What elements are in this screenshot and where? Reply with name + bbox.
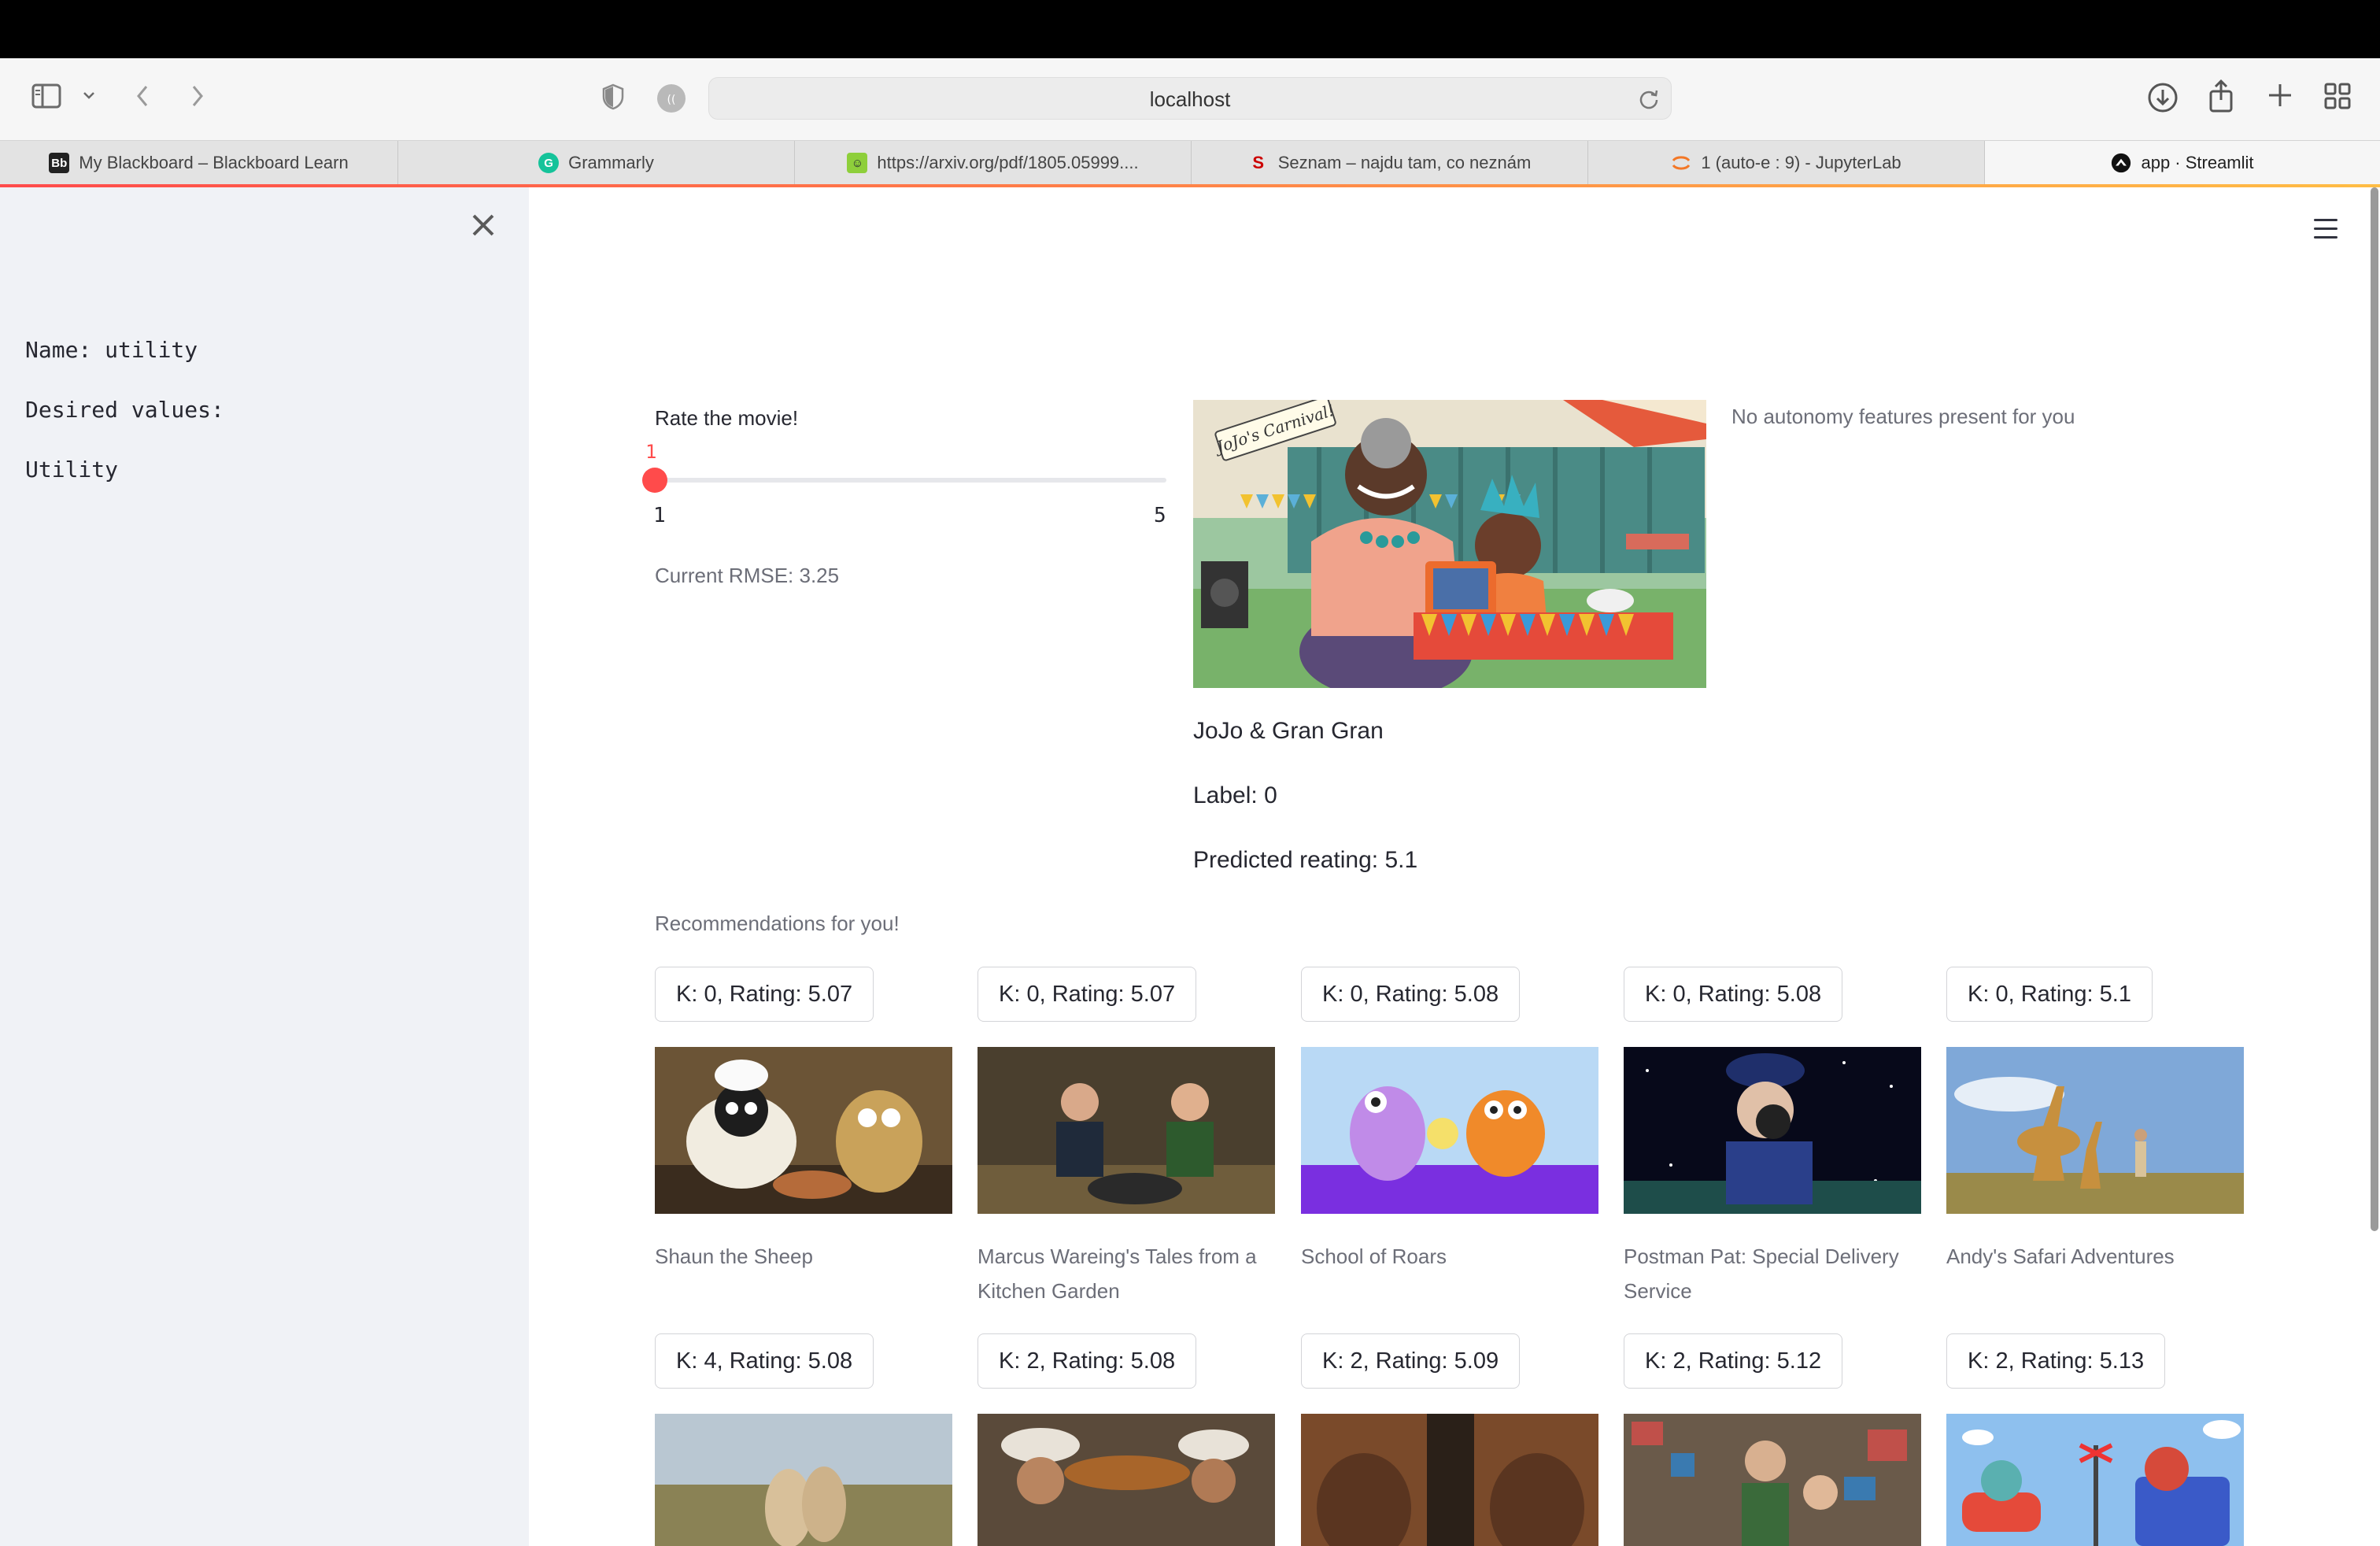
rating-slider-track[interactable] — [655, 478, 1166, 483]
toy-shop-thumbnail — [1624, 1414, 1921, 1546]
sidebar-desired-values-text: Desired values: — [25, 397, 224, 423]
marcus-wareing-thumbnail — [978, 1047, 1275, 1214]
tab-label: Grammarly — [568, 153, 654, 172]
top-screen-bar — [0, 0, 2380, 58]
back-icon[interactable] — [134, 83, 151, 109]
slider-min-label: 1 — [653, 504, 666, 527]
blackboard-favicon-icon: Bb — [49, 153, 70, 173]
recommendation-button[interactable]: K: 0, Rating: 5.07 — [655, 967, 874, 1022]
recommendation-title: Shaun the Sheep — [655, 1245, 813, 1268]
jupyter-favicon-icon — [1671, 153, 1691, 173]
tab-bar: Bb My Blackboard – Blackboard Learn G Gr… — [0, 140, 2380, 186]
download-icon[interactable] — [2147, 82, 2179, 113]
tab-arxiv[interactable]: ☺ https://arxiv.org/pdf/1805.05999.... — [795, 141, 1192, 185]
share-icon[interactable] — [2207, 79, 2235, 113]
recommendation-button[interactable]: K: 0, Rating: 5.08 — [1624, 967, 1843, 1022]
recommendation-button[interactable]: K: 0, Rating: 5.08 — [1301, 967, 1521, 1022]
new-tab-icon[interactable] — [2267, 82, 2293, 109]
prairie-dogs-thumbnail — [655, 1414, 952, 1546]
recommendation-title: School of Roars — [1301, 1245, 1447, 1268]
slider-current-value: 1 — [645, 441, 657, 463]
reload-icon[interactable] — [1638, 87, 1660, 113]
tab-seznam[interactable]: S Seznam – najdu tam, co neznám — [1192, 141, 1588, 185]
andys-safari-thumbnail — [1946, 1047, 2244, 1214]
streamlit-favicon-icon — [2111, 153, 2131, 173]
market-men-thumbnail — [978, 1414, 1275, 1546]
svg-text:((: (( — [667, 94, 676, 106]
cartoon-train-thumbnail — [1946, 1414, 2244, 1546]
tab-label: 1 (auto-e : 9) - JupyterLab — [1701, 153, 1901, 172]
sidebar-value-text: Utility — [25, 457, 119, 483]
sidebar-name-text: Name: utility — [25, 337, 198, 363]
featured-movie-label: Label: 0 — [1193, 782, 1277, 808]
browser-toolbar: (( localhost — [0, 58, 2380, 140]
recommendation-button[interactable]: K: 2, Rating: 5.13 — [1946, 1333, 2166, 1389]
recommendation-button[interactable]: K: 2, Rating: 5.08 — [978, 1333, 1197, 1389]
grammarly-favicon-icon: G — [538, 153, 560, 173]
tab-label: Seznam – najdu tam, co neznám — [1277, 153, 1532, 172]
rmse-text: Current RMSE: 3.25 — [655, 564, 840, 587]
tab-blackboard[interactable]: Bb My Blackboard – Blackboard Learn — [0, 141, 398, 185]
recommendation-button[interactable]: K: 2, Rating: 5.12 — [1624, 1333, 1843, 1389]
featured-movie-title: JoJo & Gran Gran — [1193, 718, 1384, 744]
tab-jupyterlab[interactable]: 1 (auto-e : 9) - JupyterLab — [1588, 141, 1985, 185]
sidebar-toggle-icon[interactable] — [31, 83, 63, 109]
tab-label: My Blackboard – Blackboard Learn — [79, 153, 349, 172]
recommendations-heading: Recommendations for you! — [655, 912, 900, 935]
shield-icon[interactable] — [601, 83, 625, 110]
shaun-the-sheep-thumbnail — [655, 1047, 952, 1214]
tab-streamlit[interactable]: app · Streamlit — [1985, 141, 2380, 185]
extension-icon[interactable]: (( — [656, 83, 686, 113]
url-text: localhost — [1149, 87, 1231, 111]
hands-thumbnail — [1301, 1414, 1598, 1546]
tab-label: https://arxiv.org/pdf/1805.05999.... — [877, 153, 1139, 172]
sidebar: Name: utility Desired values: Utility — [0, 187, 529, 1546]
forward-icon[interactable] — [189, 83, 206, 109]
recommendation-button[interactable]: K: 0, Rating: 5.1 — [1946, 967, 2153, 1022]
rating-label: Rate the movie! — [655, 406, 799, 430]
recommendation-button[interactable]: K: 2, Rating: 5.09 — [1301, 1333, 1521, 1389]
smiley-favicon-icon: ☺ — [847, 153, 868, 173]
tab-label: app · Streamlit — [2141, 153, 2254, 172]
seznam-favicon-icon: S — [1252, 153, 1265, 172]
recommendation-button[interactable]: K: 4, Rating: 5.08 — [655, 1333, 874, 1389]
school-of-roars-thumbnail — [1301, 1047, 1598, 1214]
address-bar[interactable]: localhost — [708, 77, 1672, 120]
autonomy-note: No autonomy features present for you — [1731, 405, 2075, 428]
page-scrollbar[interactable] — [2371, 187, 2378, 1231]
slider-max-label: 5 — [1154, 504, 1166, 527]
recommendation-title: Postman Pat: Special Delivery Service — [1624, 1245, 1899, 1303]
rating-slider-thumb[interactable] — [642, 468, 667, 493]
featured-movie-predicted: Predicted reating: 5.1 — [1193, 847, 1418, 873]
postman-pat-thumbnail — [1624, 1047, 1921, 1214]
recommendation-title: Marcus Wareing's Tales from a Kitchen Ga… — [978, 1245, 1257, 1303]
tab-grammarly[interactable]: G Grammarly — [398, 141, 795, 185]
chevron-down-icon[interactable] — [82, 90, 96, 101]
main-menu-icon[interactable] — [2314, 219, 2338, 239]
tab-overview-icon[interactable] — [2323, 82, 2352, 110]
recommendation-button[interactable]: K: 0, Rating: 5.07 — [978, 967, 1197, 1022]
recommendation-title: Andy's Safari Adventures — [1946, 1245, 2175, 1268]
close-sidebar-icon[interactable] — [469, 211, 497, 239]
featured-movie-image: JoJo's Carnival! — [1193, 400, 1706, 688]
